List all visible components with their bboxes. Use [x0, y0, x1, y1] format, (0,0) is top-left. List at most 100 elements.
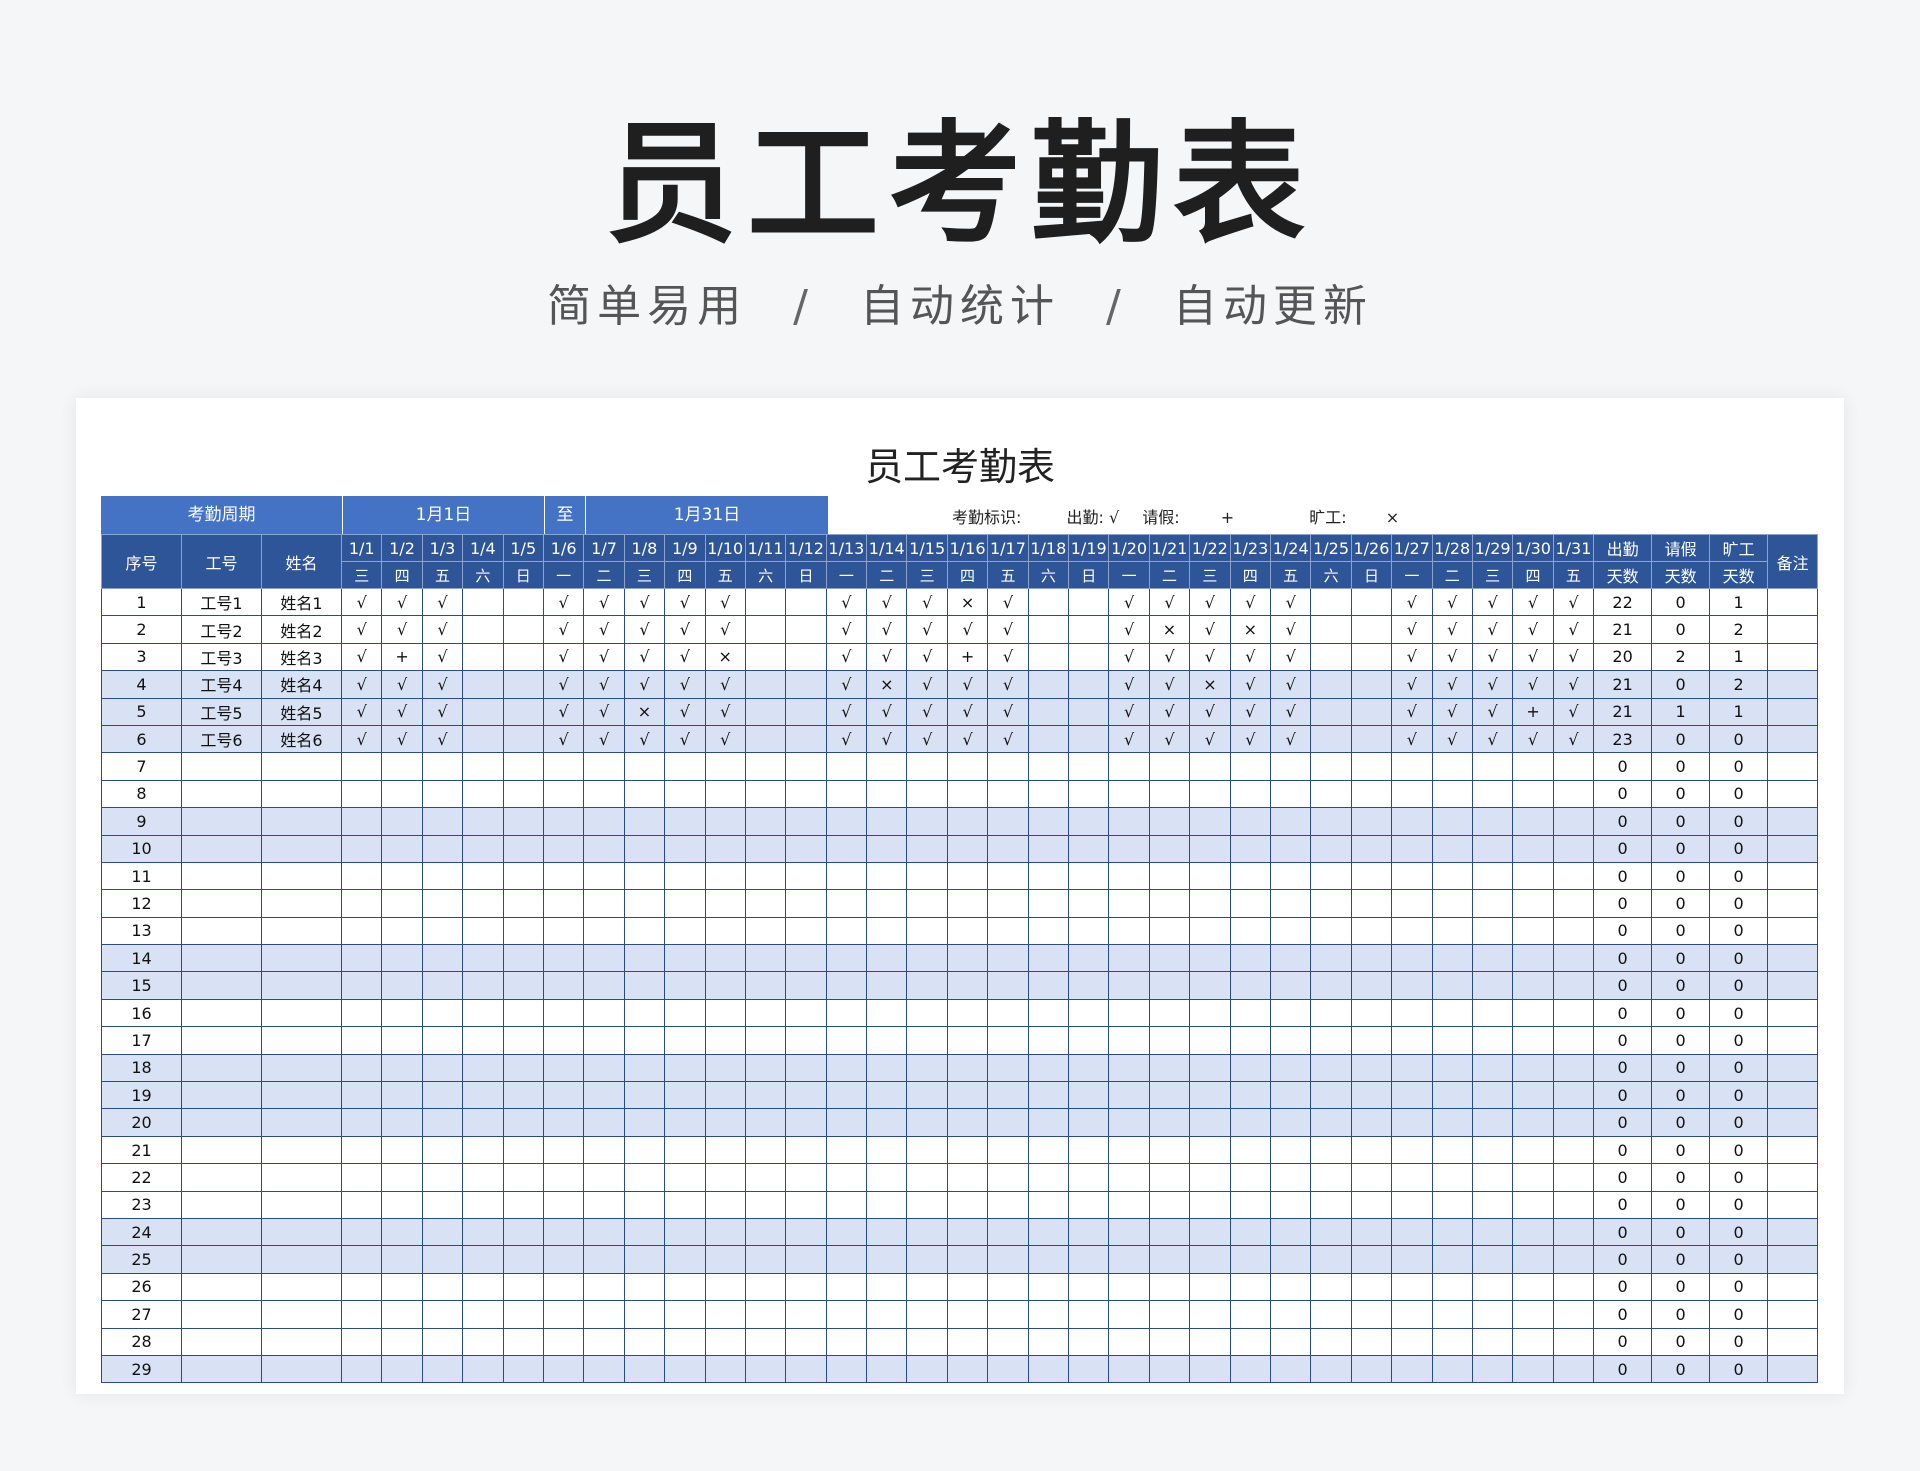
cell-attendance-mark[interactable] [1068, 944, 1110, 973]
cell-attendance-mark[interactable]: √ [421, 642, 464, 672]
cell-attendance-mark[interactable] [744, 834, 787, 863]
cell-attendance-mark[interactable]: √ [906, 670, 948, 699]
cell-attendance-mark[interactable] [744, 1081, 787, 1110]
cell-attendance-mark[interactable] [583, 1245, 625, 1274]
cell-attendance-mark[interactable] [1391, 1272, 1433, 1302]
cell-attendance-mark[interactable] [1310, 1108, 1352, 1137]
cell-attendance-mark[interactable] [542, 807, 585, 836]
cell-attendance-mark[interactable] [987, 1217, 1029, 1247]
cell-name[interactable] [261, 944, 342, 973]
cell-attendance-mark[interactable] [946, 944, 989, 973]
cell-attendance-mark[interactable] [1189, 1300, 1231, 1329]
cell-id[interactable] [181, 1272, 262, 1302]
cell-attendance-mark[interactable] [1350, 834, 1393, 863]
cell-attendance-mark[interactable] [1471, 1108, 1514, 1137]
cell-attendance-mark[interactable] [1391, 807, 1433, 836]
cell-attendance-mark[interactable] [381, 889, 423, 918]
cell-attendance-mark[interactable] [1310, 889, 1352, 918]
cell-attendance-mark[interactable]: √ [340, 615, 383, 644]
cell-attendance-mark[interactable] [381, 944, 423, 973]
cell-attendance-mark[interactable] [542, 779, 585, 809]
cell-attendance-mark[interactable] [906, 1163, 948, 1192]
cell-attendance-mark[interactable] [1512, 889, 1554, 918]
cell-attendance-mark[interactable] [1471, 1354, 1514, 1384]
cell-attendance-mark[interactable]: √ [825, 615, 868, 644]
cell-attendance-mark[interactable] [906, 1272, 948, 1302]
cell-attendance-mark[interactable] [1068, 1300, 1110, 1329]
cell-attendance-mark[interactable] [502, 1053, 544, 1083]
cell-attendance-mark[interactable] [542, 834, 585, 863]
cell-attendance-mark[interactable] [421, 752, 464, 781]
cell-name[interactable]: 姓名4 [261, 670, 342, 699]
cell-attendance-mark[interactable]: √ [1269, 615, 1312, 644]
cell-attendance-mark[interactable] [421, 779, 464, 809]
cell-attendance-mark[interactable] [866, 971, 908, 1000]
cell-attendance-mark[interactable] [825, 1354, 868, 1384]
cell-attendance-mark[interactable]: √ [704, 697, 746, 726]
cell-attendance-mark[interactable] [1431, 834, 1473, 863]
cell-attendance-mark[interactable] [1310, 642, 1352, 672]
cell-attendance-mark[interactable] [1108, 1190, 1150, 1219]
cell-attendance-mark[interactable] [462, 1135, 504, 1165]
cell-attendance-mark[interactable] [1148, 1245, 1191, 1274]
cell-attendance-mark[interactable] [1108, 944, 1150, 973]
cell-attendance-mark[interactable] [502, 779, 544, 809]
cell-attendance-mark[interactable]: √ [906, 587, 948, 617]
cell-remark[interactable] [1767, 998, 1819, 1028]
cell-attendance-mark[interactable]: √ [825, 670, 868, 699]
cell-attendance-mark[interactable] [1148, 1272, 1191, 1302]
cell-attendance-mark[interactable] [704, 1163, 746, 1192]
cell-attendance-mark[interactable] [462, 889, 504, 918]
cell-attendance-mark[interactable] [502, 1190, 544, 1219]
cell-attendance-mark[interactable] [866, 752, 908, 781]
cell-attendance-mark[interactable] [946, 807, 989, 836]
cell-attendance-mark[interactable] [1512, 1327, 1554, 1356]
cell-attendance-mark[interactable] [1310, 834, 1352, 863]
cell-name[interactable] [261, 1300, 342, 1329]
cell-attendance-mark[interactable] [381, 1217, 423, 1247]
cell-attendance-mark[interactable] [987, 1053, 1029, 1083]
cell-attendance-mark[interactable] [1552, 1354, 1595, 1384]
cell-attendance-mark[interactable] [987, 998, 1029, 1028]
cell-attendance-mark[interactable] [583, 752, 625, 781]
cell-attendance-mark[interactable] [502, 670, 544, 699]
cell-attendance-mark[interactable] [1068, 1327, 1110, 1356]
cell-attendance-mark[interactable] [946, 916, 989, 946]
cell-attendance-mark[interactable] [1350, 944, 1393, 973]
cell-attendance-mark[interactable] [1431, 1108, 1473, 1137]
cell-attendance-mark[interactable] [1148, 834, 1191, 863]
cell-attendance-mark[interactable]: × [866, 670, 908, 699]
cell-attendance-mark[interactable] [744, 1354, 787, 1384]
cell-attendance-mark[interactable] [825, 1190, 868, 1219]
cell-attendance-mark[interactable] [502, 1245, 544, 1274]
cell-attendance-mark[interactable] [1148, 1190, 1191, 1219]
cell-attendance-mark[interactable] [1431, 998, 1473, 1028]
cell-attendance-mark[interactable] [1068, 1354, 1110, 1384]
cell-attendance-mark[interactable]: √ [1431, 724, 1473, 754]
cell-attendance-mark[interactable] [623, 971, 666, 1000]
cell-attendance-mark[interactable]: √ [421, 670, 464, 699]
cell-attendance-mark[interactable] [825, 1108, 868, 1137]
cell-attendance-mark[interactable] [704, 916, 746, 946]
cell-attendance-mark[interactable]: √ [1471, 615, 1514, 644]
cell-attendance-mark[interactable] [744, 944, 787, 973]
cell-attendance-mark[interactable] [1027, 861, 1070, 891]
cell-attendance-mark[interactable] [1350, 670, 1393, 699]
cell-attendance-mark[interactable] [946, 1081, 989, 1110]
cell-attendance-mark[interactable] [1471, 916, 1514, 946]
cell-attendance-mark[interactable] [340, 1354, 383, 1384]
cell-attendance-mark[interactable] [785, 1135, 827, 1165]
cell-attendance-mark[interactable] [987, 944, 1029, 973]
cell-attendance-mark[interactable] [1027, 916, 1070, 946]
cell-attendance-mark[interactable] [1229, 1081, 1271, 1110]
cell-attendance-mark[interactable]: √ [1229, 724, 1271, 754]
cell-attendance-mark[interactable] [785, 1354, 827, 1384]
cell-attendance-mark[interactable] [664, 889, 706, 918]
cell-attendance-mark[interactable] [623, 779, 666, 809]
cell-attendance-mark[interactable] [623, 752, 666, 781]
cell-attendance-mark[interactable] [1512, 1108, 1554, 1137]
cell-attendance-mark[interactable] [906, 752, 948, 781]
cell-attendance-mark[interactable] [542, 1272, 585, 1302]
cell-attendance-mark[interactable]: √ [421, 615, 464, 644]
cell-attendance-mark[interactable] [866, 1135, 908, 1165]
